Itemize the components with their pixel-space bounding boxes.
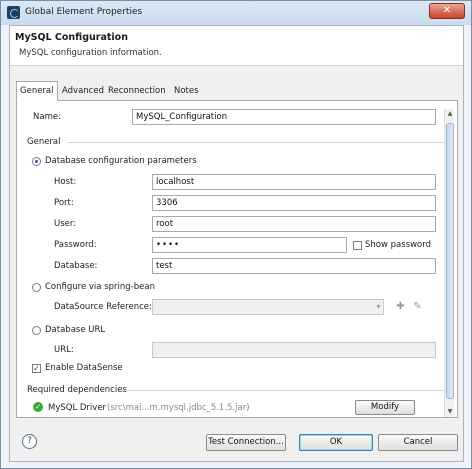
window-title: Global Element Properties — [25, 7, 143, 17]
scroll-up-icon[interactable]: ▲ — [445, 109, 455, 119]
cancel-button[interactable]: Cancel — [378, 434, 458, 451]
port-label: Port: — [54, 198, 74, 208]
port-input[interactable]: 3306 — [152, 195, 436, 211]
dialog-body: MySQL Configuration MySQL configuration … — [9, 25, 464, 462]
ok-button[interactable]: OK — [299, 434, 373, 451]
edit-icon[interactable]: ✎ — [412, 301, 423, 312]
add-icon[interactable]: ✚ — [395, 301, 406, 312]
name-label: Name: — [33, 112, 61, 122]
check-circle-icon: ✓ — [33, 402, 43, 412]
panel-scrollbar[interactable]: ▲ ▼ — [444, 109, 454, 417]
page-title: MySQL Configuration — [15, 32, 128, 43]
user-label: User: — [54, 219, 77, 229]
help-icon[interactable]: ? — [22, 434, 37, 449]
password-label: Password: — [54, 240, 97, 250]
spring-bean-radio[interactable] — [32, 283, 41, 292]
datasource-reference-label: DataSource Reference: — [54, 302, 152, 312]
url-input[interactable] — [152, 342, 436, 358]
driver-name: MySQL Driver — [48, 403, 107, 413]
dialog-window: Global Element Properties ✕ MySQL Config… — [0, 0, 472, 469]
enable-datasense-label: Enable DataSense — [45, 363, 123, 373]
tab-notes[interactable]: Notes — [170, 81, 203, 100]
driver-path: (src\mai...m.mysql.jdbc_5.1.5.jar) — [107, 403, 250, 413]
title-bar[interactable]: Global Element Properties ✕ — [1, 1, 471, 25]
tab-general[interactable]: General — [16, 81, 58, 101]
db-params-radio[interactable] — [32, 157, 41, 166]
page-subtitle: MySQL configuration information. — [19, 48, 162, 58]
chevron-down-icon[interactable]: ▾ — [373, 301, 384, 312]
section-divider — [67, 142, 445, 143]
db-url-radio[interactable] — [32, 326, 41, 335]
datasource-reference-select[interactable] — [152, 299, 384, 315]
tab-advanced[interactable]: Advanced — [58, 81, 108, 100]
host-label: Host: — [54, 177, 77, 187]
password-input[interactable]: •••• — [152, 237, 347, 253]
show-password-checkbox[interactable] — [353, 241, 362, 250]
general-section-title: General — [27, 137, 61, 147]
database-label: Database: — [54, 261, 98, 271]
app-logo-icon — [7, 6, 20, 19]
dialog-header: MySQL Configuration MySQL configuration … — [10, 26, 463, 66]
enable-datasense-checkbox[interactable]: ✓ — [32, 364, 41, 373]
scroll-thumb[interactable] — [446, 123, 454, 399]
host-input[interactable]: localhost — [152, 174, 436, 190]
database-input[interactable]: test — [152, 258, 436, 274]
scroll-down-icon[interactable]: ▼ — [445, 407, 455, 417]
url-label: URL: — [54, 345, 74, 355]
spring-bean-label: Configure via spring-bean — [45, 282, 155, 292]
dependencies-divider — [121, 390, 445, 391]
user-input[interactable]: root — [152, 216, 436, 232]
close-button[interactable]: ✕ — [429, 3, 465, 19]
dependencies-section-title: Required dependencies — [27, 385, 127, 395]
test-connection-button[interactable]: Test Connection... — [206, 434, 286, 451]
modify-button[interactable]: Modify — [355, 400, 415, 415]
general-tab-panel: Name: MySQL_Configuration General Databa… — [16, 100, 458, 418]
db-params-label: Database configuration parameters — [45, 156, 197, 166]
tab-reconnection[interactable]: Reconnection — [104, 81, 170, 100]
name-input[interactable]: MySQL_Configuration — [132, 109, 436, 125]
show-password-label: Show password — [365, 240, 431, 250]
db-url-label: Database URL — [45, 325, 106, 335]
